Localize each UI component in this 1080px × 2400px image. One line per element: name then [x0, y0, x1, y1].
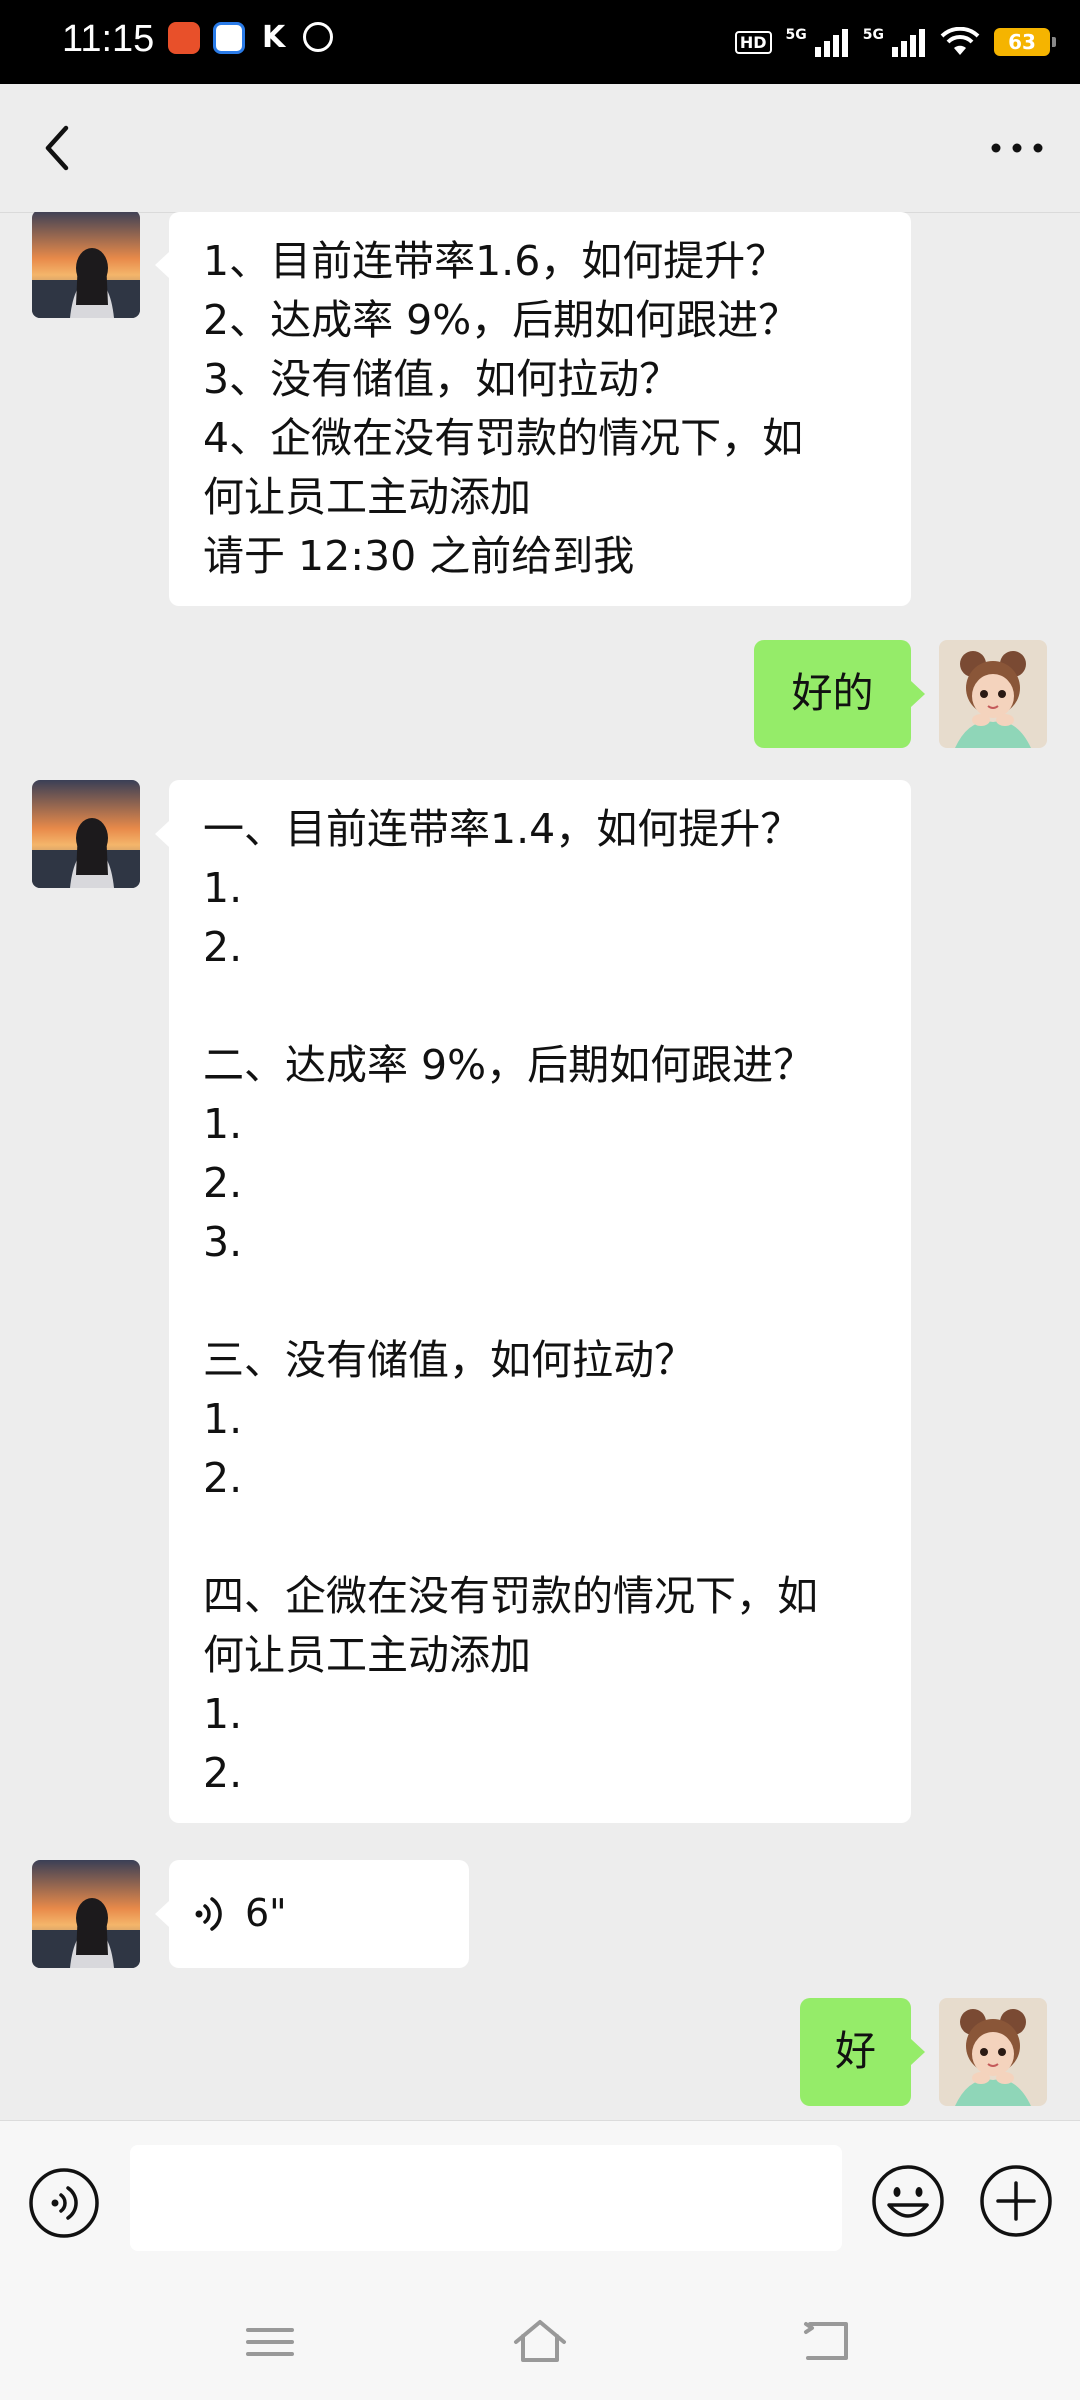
bubble-tail — [155, 1901, 169, 1927]
message-text-input[interactable] — [130, 2145, 842, 2251]
message-line: 1、目前连带率1.6，如何提升？ — [203, 237, 787, 285]
message-bubble-sent[interactable]: 好 — [800, 1998, 911, 2106]
notification-app-icon — [168, 22, 200, 54]
message-line: 好 — [835, 2027, 876, 2075]
status-indicators: HD 5G 5G 63 — [734, 18, 1056, 66]
contact-avatar[interactable] — [32, 1860, 140, 1968]
message-line: 1. — [203, 1100, 243, 1148]
back-icon[interactable] — [32, 118, 82, 178]
message-line: 好的 — [791, 669, 874, 717]
message-line: 一、目前连带率1.4，如何提升？ — [203, 805, 802, 853]
menu-icon[interactable] — [240, 2314, 300, 2370]
my-avatar[interactable] — [939, 1998, 1047, 2106]
message-line: 何让员工主动添加 — [203, 1631, 531, 1679]
k-notification-icon: K — [262, 20, 286, 55]
voice-wave-icon — [195, 1897, 222, 1931]
message-bubble-received[interactable]: 一、目前连带率1.4，如何提升？ 1. 2. 二、达成率 9%，后期如何跟进？ … — [169, 780, 911, 1823]
notification-app-icon — [213, 22, 245, 54]
battery-indicator: 63 — [994, 28, 1056, 56]
contact-avatar[interactable] — [32, 212, 140, 318]
plus-circle-icon[interactable] — [978, 2163, 1054, 2239]
message-line: 三、没有储值，如何拉动？ — [203, 1336, 695, 1384]
message-line — [203, 1508, 889, 1567]
bubble-tail — [911, 2039, 925, 2065]
more-dots-icon[interactable] — [984, 124, 1050, 172]
contact-avatar[interactable] — [32, 780, 140, 888]
message-line: 3. — [203, 1218, 243, 1266]
message-line: 4、企微在没有罚款的情况下，如 — [203, 414, 804, 462]
wifi-icon — [940, 27, 980, 55]
chat-message-list[interactable]: 1、目前连带率1.6，如何提升？ 2、达成率 9%，后期如何跟进？ 3、没有储值… — [0, 212, 1080, 2120]
message-bubble-received[interactable]: 1、目前连带率1.6，如何提升？ 2、达成率 9%，后期如何跟进？ 3、没有储值… — [169, 212, 911, 606]
system-navigation-bar — [0, 2284, 1080, 2400]
message-bubble-sent[interactable]: 好的 — [754, 640, 911, 748]
message-line: 二、达成率 9%，后期如何跟进？ — [203, 1041, 815, 1089]
signal-icon — [892, 29, 925, 57]
message-input-bar — [0, 2120, 1080, 2285]
message-line: 2. — [203, 923, 243, 971]
message-line: 3、没有储值，如何拉动？ — [203, 355, 681, 403]
message-line: 2. — [203, 1159, 243, 1207]
bubble-tail — [155, 252, 169, 278]
message-line: 请于 12:30 之前给到我 — [203, 532, 635, 580]
message-line: 2、达成率 9%，后期如何跟进？ — [203, 296, 800, 344]
message-line: 1. — [203, 864, 243, 912]
message-line: 何让员工主动添加 — [203, 473, 531, 521]
message-line: 2. — [203, 1749, 243, 1797]
status-bar: 11:15 K HD 5G 5G 63 — [0, 0, 1080, 84]
emoji-icon[interactable] — [870, 2163, 946, 2239]
voice-message-bubble[interactable]: 6" — [169, 1860, 469, 1968]
network-label: 5G — [862, 27, 884, 43]
back-icon[interactable] — [796, 2314, 856, 2370]
message-line: 1. — [203, 1690, 243, 1738]
message-line — [203, 977, 889, 1036]
network-label: 5G — [785, 27, 807, 43]
message-line: 2. — [203, 1454, 243, 1502]
signal-icon — [814, 29, 848, 57]
my-avatar[interactable] — [939, 640, 1047, 748]
hd-badge: HD — [734, 30, 772, 54]
bubble-tail — [155, 821, 169, 847]
chat-header — [0, 84, 1080, 213]
status-time: 11:15 — [62, 18, 155, 60]
notification-app-icon — [303, 22, 333, 52]
message-line — [203, 1272, 889, 1331]
voice-duration: 6" — [245, 1891, 287, 1935]
bubble-tail — [911, 681, 925, 707]
message-line: 1. — [203, 1395, 243, 1443]
home-icon[interactable] — [510, 2314, 570, 2370]
voice-mode-icon[interactable] — [28, 2167, 100, 2239]
message-line: 四、企微在没有罚款的情况下，如 — [203, 1572, 818, 1620]
